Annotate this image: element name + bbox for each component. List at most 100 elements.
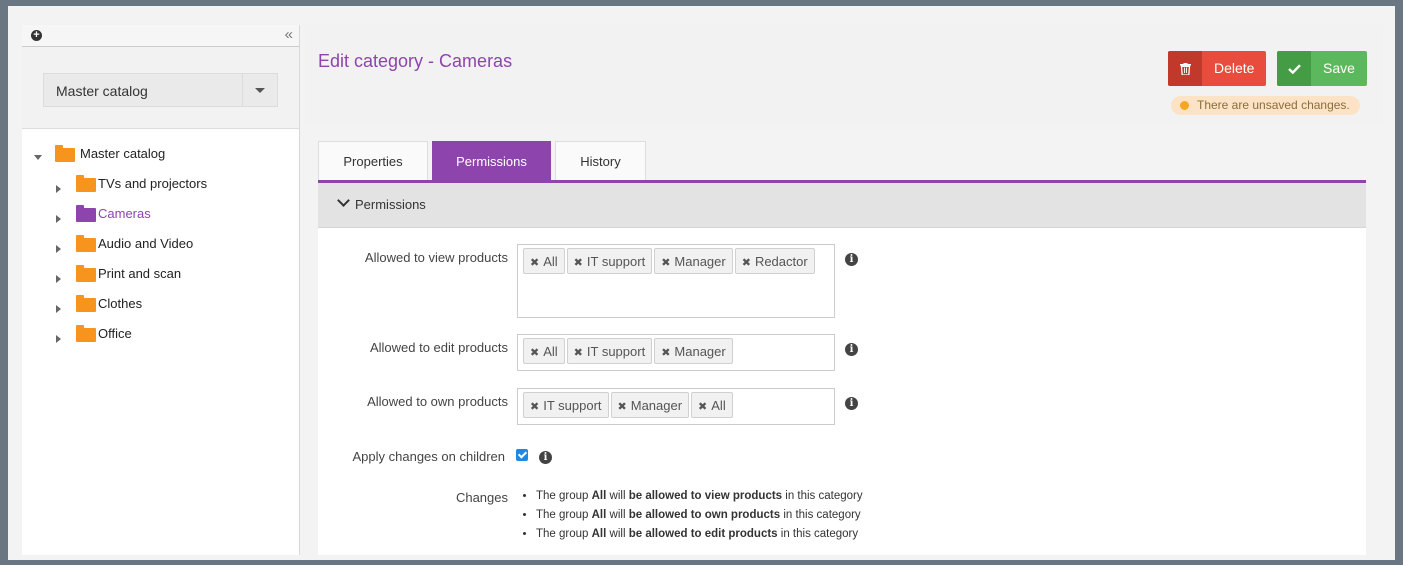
expand-toggle-icon[interactable] bbox=[56, 215, 61, 223]
tree-item-root[interactable]: Master catalog bbox=[22, 145, 299, 175]
check-icon bbox=[1277, 51, 1311, 86]
category-tree: Master catalog bbox=[22, 145, 299, 175]
change-pre: The group bbox=[536, 509, 592, 521]
sidebar: + « Master catalog Master catalog TVs an… bbox=[22, 25, 311, 555]
sidebar-top: + « Master catalog bbox=[22, 25, 299, 129]
add-button[interactable]: + bbox=[22, 25, 53, 47]
remove-tag-icon[interactable]: ✖ bbox=[574, 347, 583, 359]
remove-tag-icon[interactable]: ✖ bbox=[618, 401, 627, 413]
collapse-icon[interactable]: « bbox=[285, 26, 293, 44]
remove-tag-icon[interactable]: ✖ bbox=[742, 257, 751, 269]
expand-toggle-icon[interactable] bbox=[34, 155, 42, 160]
folder-icon bbox=[76, 205, 96, 222]
tree-item[interactable]: Cameras bbox=[22, 205, 299, 235]
tree-item-label: Cameras bbox=[98, 206, 151, 221]
tree-children: TVs and projectors Cameras Audio and Video… bbox=[22, 175, 299, 355]
permission-tag: ✖ All bbox=[523, 338, 565, 364]
view-products-tag-input[interactable]: ✖ All ✖ IT support ✖ Manager ✖ Redactor bbox=[517, 244, 835, 318]
tab-properties[interactable]: Properties bbox=[318, 141, 428, 181]
expand-toggle-icon[interactable] bbox=[56, 305, 61, 313]
save-button-label: Save bbox=[1323, 60, 1355, 76]
expand-toggle-icon[interactable] bbox=[56, 275, 61, 283]
edit-products-label: Allowed to edit products bbox=[369, 340, 508, 355]
change-mid: will bbox=[606, 528, 629, 540]
tab-history[interactable]: History bbox=[555, 141, 646, 181]
remove-tag-icon[interactable]: ✖ bbox=[661, 347, 670, 359]
permission-tag-label: Manager bbox=[674, 344, 726, 359]
chevron-down-icon bbox=[337, 194, 350, 207]
tree-item[interactable]: TVs and projectors bbox=[22, 175, 299, 205]
change-action: be allowed to own products bbox=[628, 509, 781, 521]
tree-item-label: Print and scan bbox=[98, 266, 182, 281]
tree-item[interactable]: Print and scan bbox=[22, 265, 299, 295]
info-icon[interactable]: i bbox=[539, 451, 552, 464]
catalog-select[interactable]: Master catalog bbox=[43, 73, 278, 107]
remove-tag-icon[interactable]: ✖ bbox=[530, 257, 539, 269]
delete-button[interactable]: Delete bbox=[1168, 51, 1267, 86]
sidebar-toolbar: « bbox=[52, 25, 299, 47]
folder-icon bbox=[76, 295, 96, 312]
own-products-label: Allowed to own products bbox=[367, 394, 508, 409]
permission-tag-label: IT support bbox=[586, 344, 646, 359]
tree-item[interactable]: Audio and Video bbox=[22, 235, 299, 265]
folder-icon bbox=[55, 145, 75, 162]
permission-tag-label: Redactor bbox=[754, 254, 808, 269]
delete-button-label: Delete bbox=[1214, 60, 1255, 76]
save-button[interactable]: Save bbox=[1277, 51, 1367, 86]
apply-children-checkbox[interactable] bbox=[516, 449, 528, 461]
change-group: All bbox=[591, 490, 607, 502]
tree-item-label: TVs and projectors bbox=[98, 176, 208, 191]
change-post: in this category bbox=[782, 490, 863, 502]
folder-icon bbox=[76, 175, 96, 192]
info-icon[interactable]: i bbox=[845, 253, 858, 266]
expand-toggle-icon[interactable] bbox=[56, 335, 61, 343]
permission-tag-label: All bbox=[711, 398, 726, 413]
permission-tag: ✖ All bbox=[691, 392, 733, 418]
tree-item[interactable]: Office bbox=[22, 325, 299, 355]
expand-toggle-icon[interactable] bbox=[56, 185, 61, 193]
permission-tag-label: All bbox=[543, 254, 558, 269]
folder-icon bbox=[76, 265, 96, 282]
change-item: The group All will be allowed to own pro… bbox=[536, 506, 863, 525]
change-group: All bbox=[591, 528, 607, 540]
changes-list: The group All will be allowed to view pr… bbox=[517, 487, 863, 544]
permission-tag: ✖ IT support bbox=[523, 392, 609, 418]
permission-tag: ✖ Manager bbox=[654, 338, 733, 364]
page-header: Edit category - Cameras Delete Save Ther… bbox=[305, 25, 1383, 124]
change-pre: The group bbox=[536, 528, 592, 540]
remove-tag-icon[interactable]: ✖ bbox=[530, 347, 539, 359]
change-action: be allowed to edit products bbox=[628, 528, 778, 540]
permission-tag-label: Manager bbox=[674, 254, 726, 269]
apply-children-label: Apply changes on children bbox=[352, 449, 506, 464]
panel-header[interactable]: Permissions bbox=[318, 183, 1366, 228]
main-area: Edit category - Cameras Delete Save Ther… bbox=[305, 25, 1383, 555]
tab-permissions[interactable]: Permissions bbox=[432, 141, 551, 181]
permission-tag-label: IT support bbox=[543, 398, 602, 413]
info-icon[interactable]: i bbox=[845, 397, 858, 410]
warning-dot-icon bbox=[1180, 101, 1189, 110]
permissions-panel: Permissions Allowed to view products ✖ Al… bbox=[318, 183, 1366, 555]
change-item: The group All will be allowed to edit pr… bbox=[536, 525, 863, 544]
content-area: Properties Permissions History Permissio… bbox=[305, 124, 1383, 555]
permission-tag-label: Manager bbox=[630, 398, 683, 413]
own-products-tag-input[interactable]: ✖ IT support ✖ Manager ✖ All bbox=[517, 388, 835, 425]
folder-icon bbox=[76, 235, 96, 252]
permission-tag-label: IT support bbox=[586, 254, 646, 269]
remove-tag-icon[interactable]: ✖ bbox=[530, 401, 539, 413]
permission-tag: ✖ Manager bbox=[610, 392, 690, 418]
expand-toggle-icon[interactable] bbox=[56, 245, 61, 253]
remove-tag-icon[interactable]: ✖ bbox=[574, 257, 583, 269]
chevron-down-icon[interactable] bbox=[242, 74, 277, 106]
app-frame: + « Master catalog Master catalog TVs an… bbox=[8, 6, 1395, 560]
trash-icon bbox=[1168, 51, 1202, 86]
info-icon[interactable]: i bbox=[845, 343, 858, 356]
remove-tag-icon[interactable]: ✖ bbox=[698, 401, 707, 413]
permission-tag: ✖ Manager bbox=[654, 248, 733, 274]
change-post: in this category bbox=[777, 528, 859, 540]
change-mid: will bbox=[606, 490, 629, 502]
tree-item[interactable]: Clothes bbox=[22, 295, 299, 325]
permission-tag: ✖ IT support bbox=[566, 338, 653, 364]
unsaved-changes-text: There are unsaved changes. bbox=[1197, 98, 1350, 112]
remove-tag-icon[interactable]: ✖ bbox=[661, 257, 670, 269]
edit-products-tag-input[interactable]: ✖ All ✖ IT support ✖ Manager bbox=[517, 334, 835, 371]
